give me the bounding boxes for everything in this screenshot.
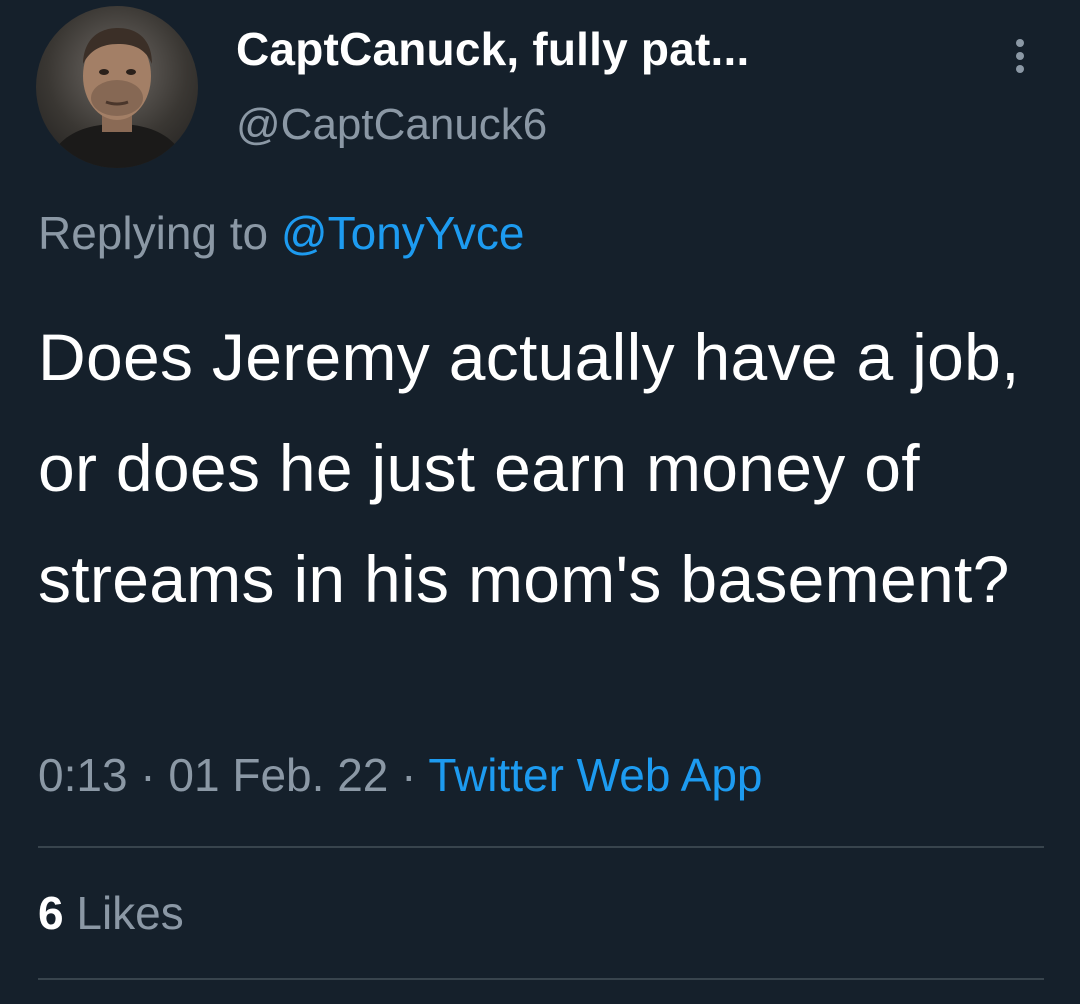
tweet-time[interactable]: 0:13 [38,749,128,801]
tweet-source-link[interactable]: Twitter Web App [428,749,762,801]
avatar-photo [46,28,188,168]
author-display-name[interactable]: CaptCanuck, fully pat... [236,22,749,76]
author-handle[interactable]: @CaptCanuck6 [236,100,547,150]
more-vertical-icon-dot [1016,65,1024,73]
tweet-metadata: 0:13 · 01 Feb. 22 · Twitter Web App [38,748,763,802]
replying-to-label: Replying to [38,207,281,259]
meta-separator: · [127,749,169,801]
replying-to-line: Replying to @TonyYvce [38,206,525,260]
tweet-text: Does Jeremy actually have a job, or does… [38,320,1020,616]
likes-label: Likes [63,887,184,939]
tweet-date[interactable]: 01 Feb. 22 [168,749,388,801]
more-vertical-icon [1016,39,1024,47]
more-vertical-icon-dot [1016,52,1024,60]
tweet-detail: CaptCanuck, fully pat... @CaptCanuck6 Re… [0,0,1080,1004]
reply-to-handle-link[interactable]: @TonyYvce [281,207,525,259]
likes-stat[interactable]: 6 Likes [38,886,184,940]
divider [38,978,1044,980]
avatar[interactable] [36,6,198,168]
divider [38,846,1044,848]
more-options-button[interactable] [1000,28,1040,84]
meta-separator: · [388,749,429,801]
likes-count: 6 [38,887,64,939]
